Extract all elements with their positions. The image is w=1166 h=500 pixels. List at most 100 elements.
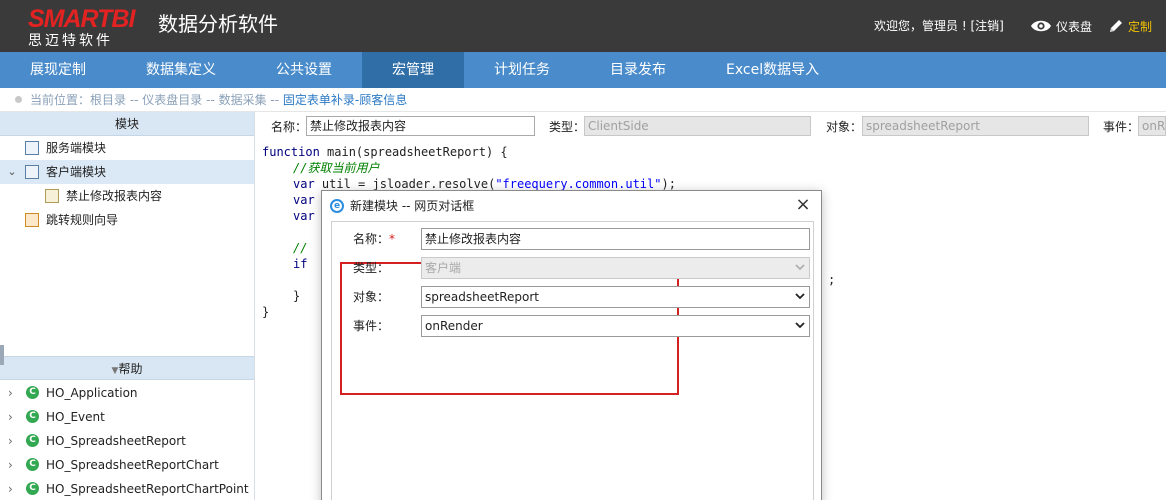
chevron-right-icon[interactable]: › — [8, 453, 13, 477]
code-comment: // — [293, 241, 315, 255]
code-keyword: function — [262, 145, 320, 159]
breadcrumb-path[interactable]: 根目录 -- 仪表盘目录 -- 数据采集 -- — [90, 93, 283, 107]
dialog-object-select[interactable]: spreadsheetReport — [421, 286, 810, 308]
server-module-icon — [25, 141, 39, 155]
name-label: 名称： — [271, 120, 308, 134]
tree-item-jump-rule[interactable]: 跳转规则向导 — [0, 208, 254, 232]
code-line: } — [293, 288, 300, 304]
code-text: ; — [828, 273, 836, 287]
help-item-label: HO_Application — [46, 386, 138, 400]
client-module-icon — [25, 165, 39, 179]
nav-item-schedule[interactable]: 计划任务 — [464, 52, 580, 88]
event-field: onRe — [1138, 116, 1166, 136]
name-field[interactable]: 禁止修改报表内容 — [306, 116, 535, 136]
dashboard-button[interactable]: 仪表盘 — [1030, 15, 1092, 37]
tree-item-client-module[interactable]: ⌄ 客户端模块 — [0, 160, 254, 184]
help-item[interactable]: › C HO_Event — [0, 405, 254, 429]
main-nav: 展现定制 数据集定义 公共设置 宏管理 计划任务 目录发布 Excel数据导入 — [0, 52, 1166, 88]
class-icon: C — [26, 434, 39, 447]
chevron-right-icon[interactable]: › — [8, 381, 13, 405]
help-panel-title[interactable]: ▼帮助 — [0, 356, 254, 380]
chevron-right-icon[interactable]: › — [8, 429, 13, 453]
panel-splitter[interactable] — [0, 345, 4, 365]
code-line: var — [293, 208, 315, 224]
logo-wordmark: SMARTBI — [28, 5, 135, 33]
tree-item-server-module[interactable]: 服务端模块 — [0, 136, 254, 160]
nav-item-display[interactable]: 展现定制 — [0, 52, 116, 88]
dialog-name-input[interactable]: 禁止修改报表内容 — [421, 228, 810, 250]
help-item[interactable]: › C HO_SpreadsheetReport — [0, 429, 254, 453]
dialog-event-select[interactable]: onRender — [421, 315, 810, 337]
code-keyword: var — [293, 193, 315, 207]
code-line: if — [293, 256, 307, 272]
nav-item-excel-import[interactable]: Excel数据导入 — [696, 52, 849, 88]
logo-subtext: 思迈特软件 — [28, 33, 113, 49]
dialog-titlebar[interactable]: e 新建模块 -- 网页对话框 × — [322, 191, 821, 221]
dialog-body: 名称：* 禁止修改报表内容 类型： 客户端 对象： spreadsheetRep… — [331, 221, 814, 500]
dialog-name-label-text: 名称： — [353, 232, 390, 246]
code-text: } — [262, 305, 270, 319]
customize-button[interactable]: 定制 — [1108, 15, 1152, 37]
breadcrumb-prefix: 当前位置： — [30, 93, 91, 107]
nav-item-catalog-publish[interactable]: 目录发布 — [580, 52, 696, 88]
help-item[interactable]: › C HO_SpreadsheetReportChart — [0, 453, 254, 477]
dialog-type-select: 客户端 — [421, 257, 810, 279]
code-line: //获取当前用户 — [293, 160, 379, 176]
nav-item-public-settings[interactable]: 公共设置 — [246, 52, 362, 88]
browser-icon: e — [330, 199, 344, 213]
jump-rule-icon — [25, 213, 39, 227]
tree-item-forbid-modify[interactable]: 禁止修改报表内容 — [0, 184, 254, 208]
nav-item-dataset[interactable]: 数据集定义 — [116, 52, 246, 88]
help-item[interactable]: › C HO_Application — [0, 381, 254, 405]
code-text: } — [293, 289, 301, 303]
tree-item-label: 客户端模块 — [46, 165, 107, 179]
customize-label: 定制 — [1128, 19, 1153, 34]
tree-item-label: 服务端模块 — [46, 141, 107, 155]
chevron-right-icon[interactable]: › — [8, 477, 13, 500]
dialog-object-value: spreadsheetReport — [425, 290, 539, 304]
nav-item-macro[interactable]: 宏管理 — [362, 52, 464, 88]
welcome-text: 欢迎您，管理员 ! [注销] — [874, 17, 1004, 35]
dialog-object-label: 对象： — [353, 290, 390, 304]
chevron-right-icon[interactable]: › — [8, 405, 13, 429]
breadcrumb-dot-icon — [15, 96, 22, 103]
js-module-icon — [45, 189, 59, 203]
module-panel-title: 模块 — [0, 112, 254, 136]
logout-link[interactable]: 注销 — [975, 19, 999, 33]
help-item-label: HO_SpreadsheetReportChartPoint — [46, 482, 249, 496]
smartbi-logo: SMARTBI 思迈特软件 — [28, 5, 144, 50]
close-icon[interactable]: × — [795, 196, 811, 214]
object-field: spreadsheetReport — [862, 116, 1089, 136]
class-icon: C — [26, 386, 39, 399]
code-keyword: var — [293, 209, 315, 223]
code-keyword: if — [293, 257, 308, 271]
code-text: ); — [661, 177, 676, 191]
class-icon: C — [26, 410, 39, 423]
class-icon: C — [26, 458, 39, 471]
code-line: ; — [828, 272, 835, 288]
code-keyword: var — [293, 177, 315, 191]
class-icon: C — [26, 482, 39, 495]
code-string: "freequery.common.util" — [495, 177, 662, 191]
object-label: 对象： — [826, 120, 863, 134]
help-title-label: 帮助 — [118, 362, 143, 376]
chevron-down-icon[interactable]: ⌄ — [6, 160, 18, 184]
help-item-label: HO_SpreadsheetReport — [46, 434, 186, 448]
top-header: SMARTBI 思迈特软件 数据分析软件 欢迎您，管理员 ! [注销] 仪表盘 … — [0, 0, 1166, 52]
required-marker: * — [389, 232, 396, 246]
pencil-icon — [1110, 20, 1122, 32]
breadcrumb-current[interactable]: 固定表单补录-顾客信息 — [283, 93, 407, 107]
chevron-down-icon — [795, 264, 805, 271]
breadcrumb-text: 当前位置：根目录 -- 仪表盘目录 -- 数据采集 -- 固定表单补录-顾客信息 — [30, 88, 407, 112]
module-properties-bar: 名称： 禁止修改报表内容 类型： ClientSide 对象： spreadsh… — [258, 112, 1166, 142]
module-tree: 服务端模块 ⌄ 客户端模块 禁止修改报表内容 跳转规则向导 — [0, 136, 254, 356]
code-line: var — [293, 192, 315, 208]
eye-icon — [1031, 20, 1051, 32]
code-text: util = jsloader.resolve( — [314, 177, 496, 191]
chevron-down-icon — [795, 322, 805, 329]
module-panel: 模块 服务端模块 ⌄ 客户端模块 禁止修改报表内容 跳转规则向导 ▼帮助 › C H… — [0, 112, 255, 500]
help-item[interactable]: › C HO_SpreadsheetReportChartPoint — [0, 477, 254, 500]
help-item-label: HO_SpreadsheetReportChart — [46, 458, 219, 472]
tree-item-label: 禁止修改报表内容 — [66, 189, 163, 203]
chevron-down-icon — [795, 293, 805, 300]
